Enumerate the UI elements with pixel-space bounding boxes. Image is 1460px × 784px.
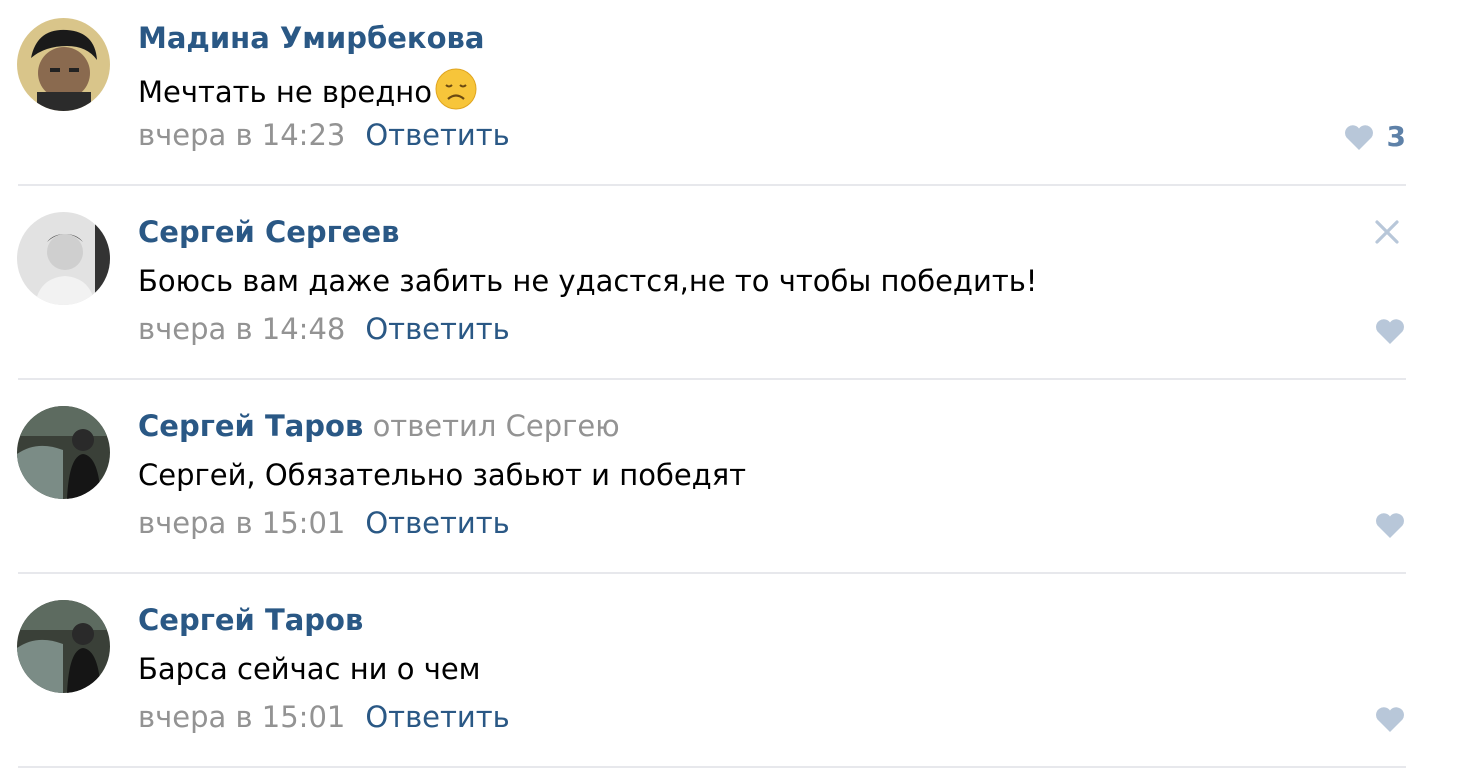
avatar[interactable] <box>17 18 110 111</box>
comment-meta: вчера в 14:23 Ответить <box>138 115 510 155</box>
close-icon <box>1375 220 1399 244</box>
like-button[interactable]: 3 <box>1343 122 1406 152</box>
comment-meta: вчера в 14:48 Ответить <box>138 309 510 349</box>
user-avatar-photo <box>17 212 110 305</box>
divider <box>18 766 1406 768</box>
comment-text: Боюсь вам даже забить не удастся,не то ч… <box>138 261 1037 301</box>
comment-meta: вчера в 15:01 Ответить <box>138 697 510 737</box>
user-avatar-photo <box>17 600 110 693</box>
divider <box>18 572 1406 574</box>
comment-item: Сергей Таров ответил Сергею Сергей, Обяз… <box>0 388 1460 582</box>
author-name[interactable]: Сергей Таров <box>138 409 363 443</box>
divider <box>18 184 1406 186</box>
reply-button[interactable]: Ответить <box>365 118 509 152</box>
user-avatar-photo <box>17 406 110 499</box>
user-avatar-photo <box>17 18 110 111</box>
delete-comment-button[interactable] <box>1372 217 1402 247</box>
reply-button[interactable]: Ответить <box>365 312 509 346</box>
comment-item: Мадина Умирбекова Мечтать не вредно вчер… <box>0 0 1460 194</box>
divider <box>18 378 1406 380</box>
comment-date[interactable]: вчера в 14:48 <box>138 312 345 346</box>
comment-text-content: Мечтать не вредно <box>138 75 432 109</box>
avatar[interactable] <box>17 600 110 693</box>
comment-text-content: Боюсь вам даже забить не удастся,не то ч… <box>138 264 1038 298</box>
comment-text: Барса сейчас ни о чем <box>138 649 481 689</box>
author-name[interactable]: Сергей Таров <box>138 603 363 637</box>
comments-list: Мадина Умирбекова Мечтать не вредно вчер… <box>0 0 1460 784</box>
author-name[interactable]: Сергей Сергеев <box>138 215 400 249</box>
like-button[interactable] <box>1374 704 1406 734</box>
comment-item: Сергей Таров Барса сейчас ни о чем вчера… <box>0 582 1460 776</box>
like-count: 3 <box>1386 120 1406 153</box>
reply-to-label[interactable]: ответил Сергею <box>373 409 620 443</box>
reply-button[interactable]: Ответить <box>365 700 509 734</box>
comment-date[interactable]: вчера в 15:01 <box>138 700 345 734</box>
avatar[interactable] <box>17 212 110 305</box>
comment-text: Сергей, Обязательно забьют и победят <box>138 455 746 495</box>
heart-icon <box>1376 513 1404 538</box>
comment-date[interactable]: вчера в 15:01 <box>138 506 345 540</box>
comment-header: Мадина Умирбекова <box>138 18 484 58</box>
heart-icon <box>1376 707 1404 732</box>
like-button[interactable] <box>1374 510 1406 540</box>
comment-header: Сергей Таров ответил Сергею <box>138 406 620 446</box>
comment-header: Сергей Таров <box>138 600 363 640</box>
disappointed-face-emoji-icon <box>434 67 478 111</box>
comment-item: Сергей Сергеев Боюсь вам даже забить не … <box>0 194 1460 388</box>
heart-icon <box>1344 125 1373 150</box>
comment-date[interactable]: вчера в 14:23 <box>138 118 345 152</box>
comment-header: Сергей Сергеев <box>138 212 400 252</box>
like-button[interactable] <box>1374 316 1406 346</box>
comment-text: Мечтать не вредно <box>138 67 478 112</box>
comment-meta: вчера в 15:01 Ответить <box>138 503 510 543</box>
comment-text-content: Барса сейчас ни о чем <box>138 652 481 686</box>
heart-icon <box>1376 319 1404 344</box>
avatar[interactable] <box>17 406 110 499</box>
comment-text-content: Сергей, Обязательно забьют и победят <box>138 458 747 492</box>
reply-button[interactable]: Ответить <box>365 506 509 540</box>
author-name[interactable]: Мадина Умирбекова <box>138 21 484 55</box>
